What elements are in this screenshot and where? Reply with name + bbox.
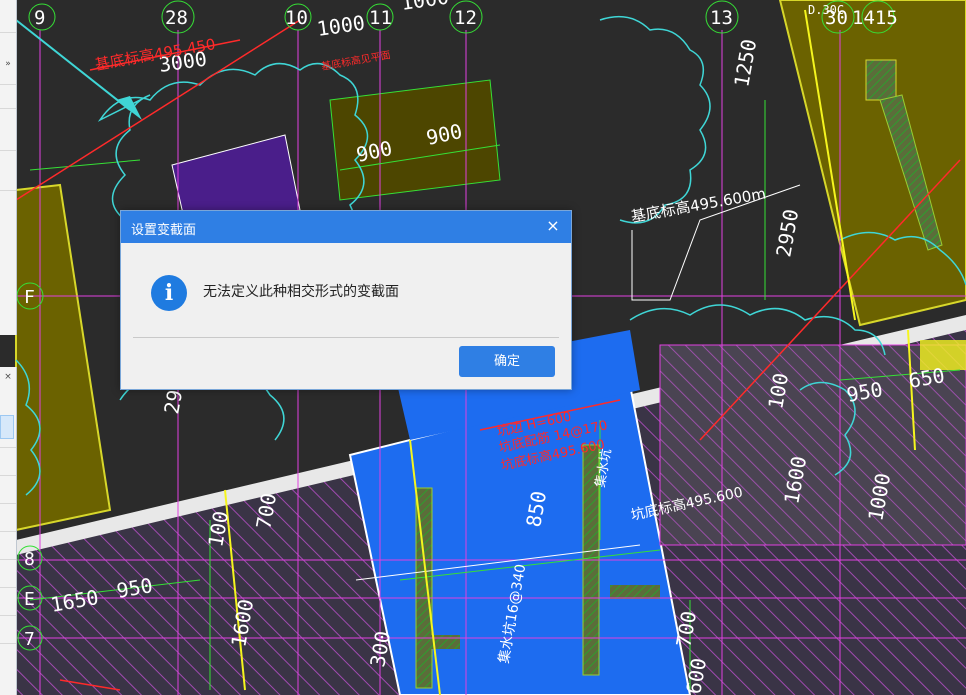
left-panel-top: » (0, 0, 17, 335)
panel-row (0, 475, 16, 476)
panel-row (0, 190, 16, 191)
axis-label-11: 11 (369, 7, 392, 29)
panel-row (0, 559, 16, 560)
axis-label-8: 8 (24, 549, 35, 570)
dialog-message: 无法定义此种相交形式的变截面 (203, 284, 399, 300)
axis-label-10: 10 (285, 7, 308, 29)
panel-row (0, 84, 16, 85)
left-panel-bottom: × (0, 367, 17, 695)
axis-label-12: 12 (454, 7, 477, 29)
axis-label-28: 28 (165, 7, 188, 29)
info-icon: i (151, 275, 187, 311)
panel-row (0, 447, 16, 448)
panel-row (0, 615, 16, 616)
axis-label-7: 7 (24, 629, 35, 650)
panel-row (0, 643, 16, 644)
axis-label-e: E (24, 589, 35, 610)
panel-row (0, 531, 16, 532)
axis-label-d30c: D.30C (808, 3, 844, 17)
panel-row (0, 32, 16, 33)
variable-section-dialog: 设置变截面 × i 无法定义此种相交形式的变截面 确定 (120, 210, 572, 390)
axis-label-1415: 1415 (852, 7, 898, 29)
rebar-bar-1 (420, 635, 460, 649)
panel-row (0, 587, 16, 588)
rebar-column-3 (865, 59, 897, 101)
dialog-divider (133, 337, 559, 338)
axis-label-13: 13 (710, 7, 733, 29)
panel-selected-row[interactable] (0, 415, 14, 439)
panel-row (0, 108, 16, 109)
panel-row (0, 150, 16, 151)
ok-button[interactable]: 确定 (459, 346, 555, 377)
expand-panel-button[interactable]: » (0, 56, 16, 72)
rebar-bar-2 (610, 585, 660, 599)
close-icon[interactable]: × (545, 217, 561, 235)
axis-label-9: 9 (34, 7, 45, 29)
dialog-title: 设置变截面 (131, 223, 197, 238)
dialog-title-bar[interactable]: 设置变截面 × (121, 211, 571, 243)
close-panel-button[interactable]: × (0, 369, 16, 385)
panel-row (0, 503, 16, 504)
axis-label-f: F (24, 287, 35, 308)
olive-zone-center (329, 79, 501, 201)
